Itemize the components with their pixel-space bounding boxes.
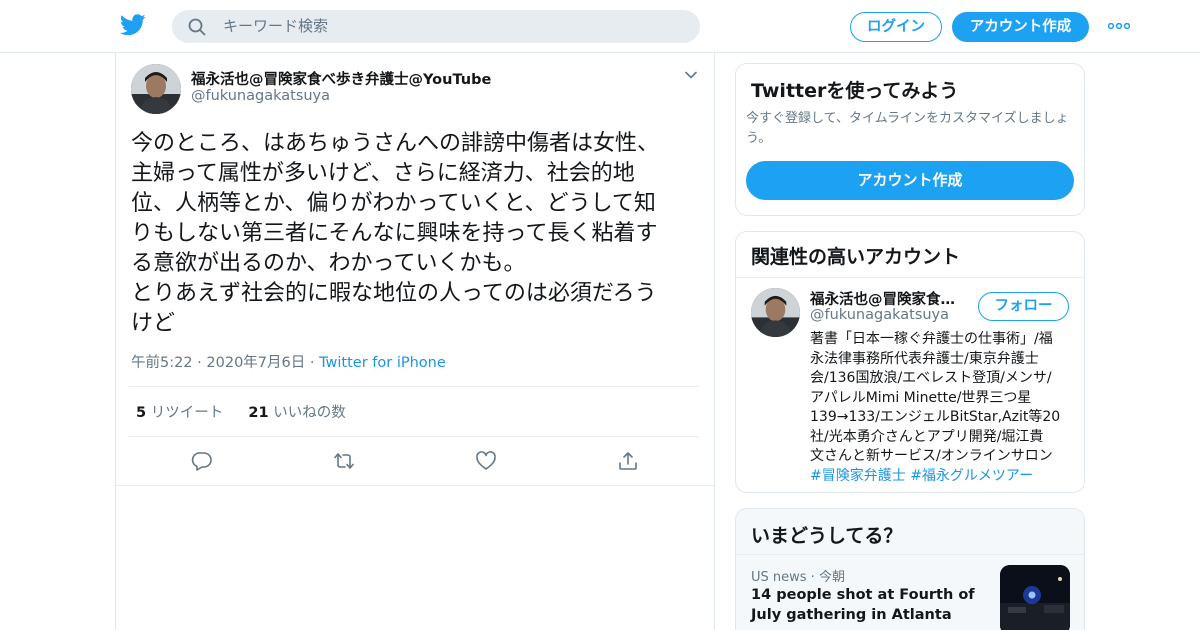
meta-separator: · bbox=[192, 355, 207, 371]
tweet-text-line: けど bbox=[131, 311, 176, 336]
like-count: 21 bbox=[248, 405, 269, 421]
signup-card-button[interactable]: アカウント作成 bbox=[746, 161, 1074, 200]
tweet-text-line: る意欲が出るのか、わかっていくかも。 bbox=[131, 251, 526, 276]
search-icon bbox=[188, 18, 206, 36]
tweet-text-line: りもしない第三者にそんなに興味を持って長く粘着す bbox=[131, 221, 658, 246]
twitter-bird-icon[interactable] bbox=[120, 14, 146, 36]
signup-card-title: Twitterを使ってみよう bbox=[751, 80, 959, 102]
signup-card-description: 今すぐ登録して、タイムラインをカスタマイズしましょう。 bbox=[746, 111, 1069, 146]
signup-button[interactable]: アカウント作成 bbox=[952, 12, 1089, 42]
like-stat[interactable]: 21 いいねの数 bbox=[248, 405, 345, 421]
author-handle[interactable]: @fukunagakatsuya bbox=[191, 88, 330, 104]
hashtag-link[interactable]: #冒険家弁護士 bbox=[810, 468, 906, 484]
related-accounts-card: 関連性の高いアカウント 福永活也@冒険家食… @fukunagakatsuya … bbox=[735, 231, 1085, 493]
page: キーワード検索 ログイン アカウント作成 福永活也@冒険家食べ歩き弁護士@You… bbox=[0, 0, 1200, 630]
trends-card: いまどうしてる？ US news · 今朝 14 people shot at … bbox=[735, 508, 1085, 630]
tweet-metadata: 午前5:22 · 2020年7月6日 · Twitter for iPhone bbox=[131, 351, 446, 372]
trend-category: US news bbox=[751, 570, 807, 585]
trend-time: 今朝 bbox=[818, 570, 845, 585]
bio-line: 会/136国放浪/エベレスト登頂/メンサ/ bbox=[810, 370, 1052, 386]
avatar-photo bbox=[131, 64, 181, 114]
related-account-bio: 著書「日本一稼ぐ弁護士の仕事術」/福 永法律事務所代表弁護士/東京弁護士 会/1… bbox=[810, 330, 1080, 486]
like-stat-label: いいねの数 bbox=[273, 405, 346, 421]
search-bar[interactable]: キーワード検索 bbox=[172, 10, 700, 43]
trend-headline[interactable]: 14 people shot at Fourth of July gatheri… bbox=[751, 585, 981, 625]
trend-thumbnail-image bbox=[1000, 565, 1070, 630]
tweet-date[interactable]: 2020年7月6日 bbox=[206, 355, 305, 371]
retweet-stat[interactable]: 5 リツイート bbox=[136, 405, 223, 421]
share-icon[interactable] bbox=[617, 450, 639, 472]
divider bbox=[736, 277, 1084, 278]
trend-meta: US news · 今朝 bbox=[751, 566, 845, 585]
divider bbox=[129, 436, 699, 437]
related-account-handle[interactable]: @fukunagakatsuya bbox=[810, 307, 949, 323]
divider bbox=[736, 554, 1084, 555]
search-input[interactable]: キーワード検索 bbox=[223, 10, 328, 43]
bio-hashtags: #冒険家弁護士 #福永グルメツアー bbox=[810, 467, 1080, 487]
like-icon[interactable] bbox=[475, 450, 497, 472]
bio-line: 文さんと新サービス/オンラインサロン bbox=[810, 448, 1053, 464]
tweet-source[interactable]: Twitter for iPhone bbox=[319, 355, 446, 371]
related-account-avatar[interactable] bbox=[751, 288, 800, 337]
author-name[interactable]: 福永活也@冒険家食べ歩き弁護士@YouTube bbox=[191, 68, 491, 89]
divider bbox=[116, 485, 714, 486]
trend-thumbnail[interactable] bbox=[1000, 565, 1070, 630]
chevron-down-icon[interactable] bbox=[685, 71, 697, 79]
tweet-text-line: とりあえず社会的に暇な地位の人ってのは必須だろう bbox=[131, 281, 657, 306]
retweet-icon[interactable] bbox=[333, 450, 355, 472]
signup-card: Twitterを使ってみよう 今すぐ登録して、タイムラインをカスタマイズしましょ… bbox=[735, 63, 1085, 216]
meta-separator: · bbox=[806, 570, 819, 585]
tweet-text-line: 主婦って属性が多いけど、さらに経済力、社会的地 bbox=[131, 161, 635, 186]
related-account-name[interactable]: 福永活也@冒険家食… bbox=[810, 288, 955, 309]
tweet-stats: 5 リツイート 21 いいねの数 bbox=[136, 401, 346, 422]
follow-button[interactable]: フォロー bbox=[978, 292, 1069, 321]
bio-line: 永法律事務所代表弁護士/東京弁護士 bbox=[810, 350, 1039, 367]
retweet-stat-label: リツイート bbox=[150, 405, 224, 421]
related-accounts-title: 関連性の高いアカウント bbox=[751, 246, 961, 268]
author-avatar[interactable] bbox=[131, 64, 181, 114]
bio-line: アパレルMimi Minette/世界三つ星 bbox=[810, 389, 1032, 406]
top-navigation-bar: キーワード検索 ログイン アカウント作成 bbox=[0, 0, 1200, 53]
hashtag-link[interactable]: #福永グルメツアー bbox=[910, 468, 1033, 484]
bio-line: 著書「日本一稼ぐ弁護士の仕事術」/福 bbox=[810, 331, 1053, 347]
tweet-text-line: 位、人柄等とか、偏りがわかっていくと、どうして知 bbox=[131, 191, 656, 216]
bio-line: 社/光本勇介さんとアプリ開発/堀江貴 bbox=[810, 428, 1044, 445]
divider bbox=[129, 386, 699, 387]
tweet-time[interactable]: 午前5:22 bbox=[131, 355, 193, 371]
meta-separator: · bbox=[305, 355, 320, 371]
trends-title: いまどうしてる？ bbox=[751, 525, 903, 547]
reply-icon[interactable] bbox=[191, 450, 213, 472]
tweet-text: 今のところ、はあちゅうさんへの誹謗中傷者は女性、 主婦って属性が多いけど、さらに… bbox=[131, 129, 706, 339]
tweet-text-line: 今のところ、はあちゅうさんへの誹謗中傷者は女性、 bbox=[131, 131, 660, 156]
avatar-photo bbox=[751, 288, 800, 337]
login-button[interactable]: ログイン bbox=[850, 12, 942, 42]
more-dots-icon[interactable] bbox=[1108, 23, 1130, 29]
bio-line: 139→133/エンジェルBitStar,Azit等20 bbox=[810, 409, 1061, 425]
tweet-detail: 福永活也@冒険家食べ歩き弁護士@YouTube @fukunagakatsuya… bbox=[115, 53, 715, 630]
retweet-count: 5 bbox=[136, 405, 147, 421]
